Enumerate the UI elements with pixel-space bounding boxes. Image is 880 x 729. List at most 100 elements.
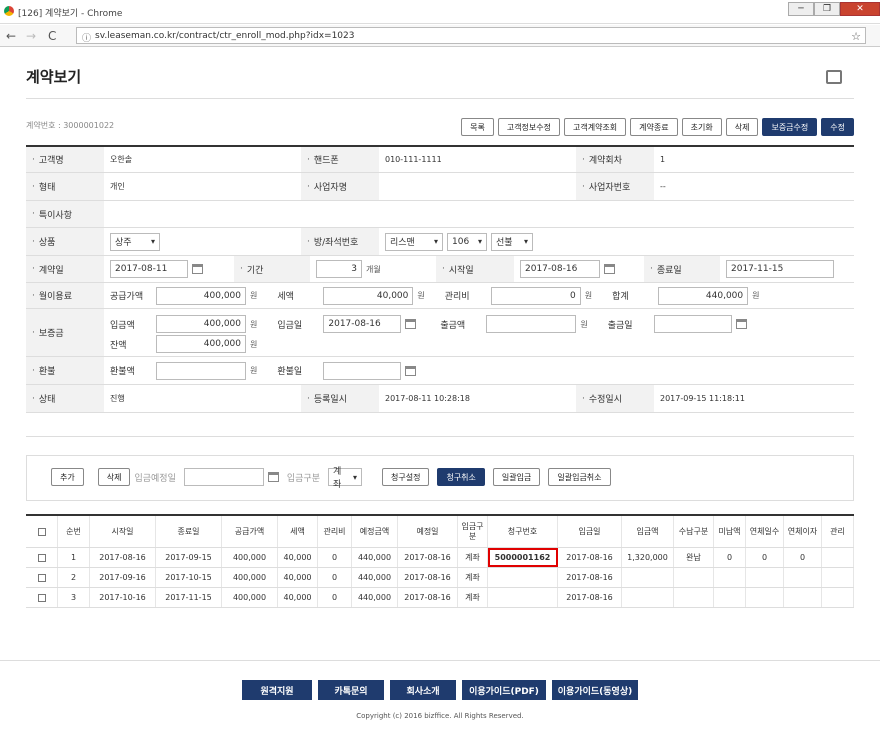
cell-mgmt: 0 [318,568,352,587]
customer-contracts-button[interactable]: 고객계약조회 [564,118,627,136]
table-row[interactable]: 1 2017-08-16 2017-09-15 400,000 40,000 0 440,0… [26,548,854,568]
won-unit: 원 [250,319,258,329]
header-supply: 공급가액 [222,516,278,547]
label-room: 방/좌석번호 [301,228,379,255]
restore-button[interactable]: ❐ [814,2,840,16]
edit-customer-button[interactable]: 고객정보수정 [497,118,560,136]
dep-out-input[interactable] [486,315,577,333]
calendar-icon[interactable] [604,264,615,274]
row-checkbox[interactable] [37,553,46,562]
cell-method: 계좌 [458,548,488,567]
branch-select[interactable]: 리스맨 [385,232,443,251]
payment-type-select[interactable]: 선불 [491,232,533,251]
refund-date-input[interactable] [323,361,402,380]
table-row[interactable]: 2 2017-09-16 2017-10-15 400,000 40,000 0 440,0… [26,568,854,588]
end-date-input[interactable]: 2017-11-15 [726,260,834,278]
label-deposit: 보증금 [26,309,104,356]
calendar-icon[interactable] [405,319,417,329]
contract-date-input[interactable]: 2017-08-11 [110,260,188,278]
payment-type-value: 선불 [496,238,513,248]
header-receipt: 수납구분 [674,516,714,547]
cell-tax: 40,000 [278,568,318,587]
cell-end: 2017-11-15 [156,588,222,607]
save-button[interactable]: 수정 [821,118,854,136]
total-input[interactable]: 440,000 [658,286,749,305]
table-row[interactable]: 3 2017-10-16 2017-11-15 400,000 40,000 0 440,0… [26,588,854,608]
forward-icon[interactable]: → [26,29,36,43]
header-method: 입금구분 [458,516,488,547]
cell-select [26,548,58,567]
tax-input[interactable]: 40,000 [323,286,414,305]
cell-unpaid [714,588,746,607]
cell-unpaid [714,568,746,587]
supply-input[interactable]: 400,000 [156,286,246,305]
method-select[interactable]: 계좌 [328,467,362,490]
header-paid-date: 입금일 [558,516,622,547]
label-reg: 등록일시 [301,385,379,412]
label-total: 합계 [612,292,629,302]
reload-icon[interactable]: C [48,29,56,43]
remote-support-button[interactable]: 원격지원 [242,680,312,700]
cell-manage [822,568,854,587]
mgmt-input[interactable]: 0 [490,286,581,305]
add-button[interactable]: 추가 [51,468,84,486]
balance-input[interactable]: 400,000 [156,335,246,353]
method-select-value: 계좌 [333,467,342,490]
select-all-checkbox[interactable] [37,527,46,536]
cell-mgmt: 0 [318,588,352,607]
contract-form: 고객명 오한솔 핸드폰 010-111-1111 계약회차 1 형태 개인 사업… [26,145,854,413]
minimize-button[interactable]: ─ [788,2,814,16]
dep-out-date-input[interactable] [653,315,732,333]
bulk-deposit-button[interactable]: 일괄입금 [492,468,541,486]
value-biz [379,173,576,200]
close-button[interactable]: ✕ [840,2,880,16]
cell-tax: 40,000 [278,588,318,607]
billing-cancel-button[interactable]: 청구취소 [437,468,485,486]
calendar-icon[interactable] [735,319,747,329]
star-icon[interactable]: ☆ [851,30,861,43]
cell-receipt [674,568,714,587]
delete-row-button[interactable]: 삭제 [97,468,131,486]
room-select[interactable]: 106 [447,232,487,251]
print-icon[interactable] [826,70,842,84]
company-intro-button[interactable]: 회사소개 [390,680,456,700]
cell-select [26,588,58,607]
row-checkbox[interactable] [37,573,46,582]
edit-deposit-button[interactable]: 보증금수정 [762,118,818,136]
label-start: 시작일 [436,256,514,282]
product-select[interactable]: 상주 [110,232,160,251]
dep-in-date-input[interactable]: 2017-08-16 [323,315,402,333]
toolbar: 목록 고객정보수정 고객계약조회 계약종료 초기화 삭제 보증금수정 수정 [461,118,854,138]
due-date-input[interactable] [183,468,264,486]
cell-select [26,568,58,587]
row-checkbox[interactable] [37,593,46,602]
reset-button[interactable]: 초기화 [681,118,722,136]
address-bar[interactable]: ⓘ sv.leaseman.co.kr/contract/ctr_enroll_… [76,27,866,44]
guide-video-button[interactable]: 이용가이드(동영상) [552,680,638,700]
cell-seq: 3 [58,588,90,607]
label-monthly: 월이용료 [26,283,104,308]
period-input[interactable]: 3 [316,260,362,278]
bulk-deposit-cancel-button[interactable]: 일괄입금취소 [548,468,611,486]
kakao-inquiry-button[interactable]: 카톡문의 [318,680,384,700]
cell-overdue-days [746,588,784,607]
list-button[interactable]: 목록 [461,118,494,136]
cell-tax: 40,000 [278,548,318,567]
cell-bill-no[interactable]: 5000001162 [488,548,558,567]
refund-amt-input[interactable] [156,361,246,380]
table-header: 순번 시작일 종료일 공급가액 세액 관리비 예정금액 예정일 입금구분 청구번호 입금일 입금액 수납… [26,516,854,548]
delete-button[interactable]: 삭제 [725,118,759,136]
end-contract-button[interactable]: 계약종료 [630,118,678,136]
dep-in-input[interactable]: 400,000 [156,315,246,333]
calendar-icon[interactable] [405,365,417,376]
label-bizno: 사업자번호 [576,173,654,200]
value-special[interactable] [104,201,854,227]
cell-supply: 400,000 [222,588,278,607]
calendar-icon[interactable] [267,472,279,482]
cell-bill-no [488,588,558,607]
guide-pdf-button[interactable]: 이용가이드(PDF) [462,680,546,700]
calendar-icon[interactable] [192,264,203,274]
back-icon[interactable]: ← [6,29,16,43]
start-date-input[interactable]: 2017-08-16 [520,260,600,278]
billing-setup-button[interactable]: 청구설정 [382,468,430,486]
